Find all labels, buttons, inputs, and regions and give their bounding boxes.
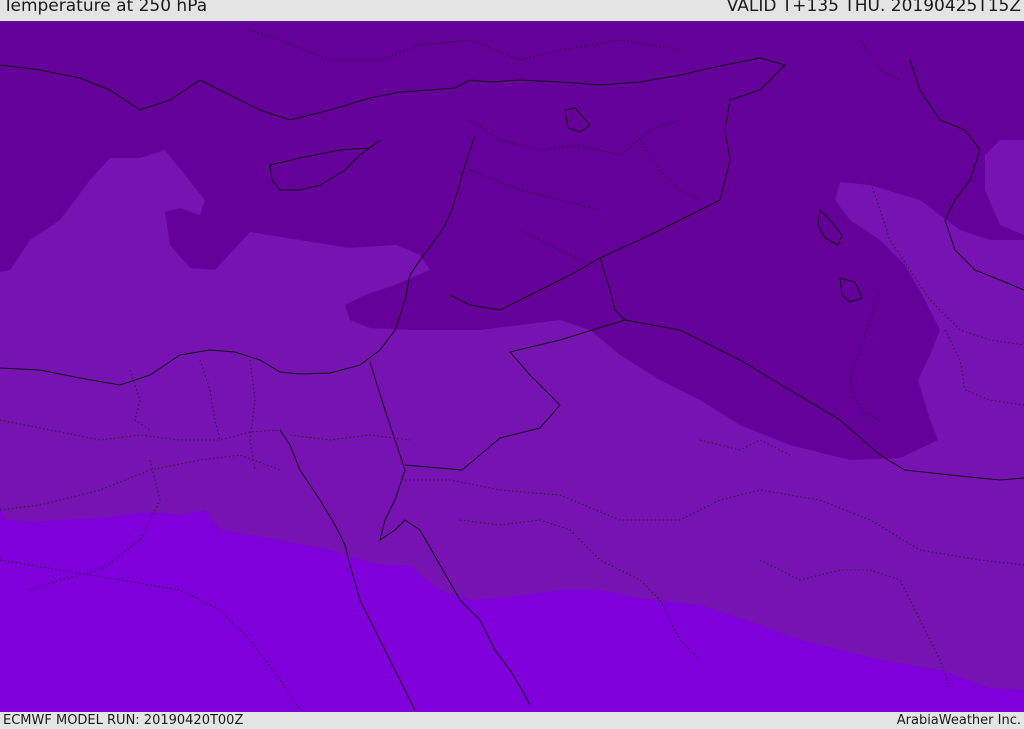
map-title: Temperature at 250 hPa — [3, 0, 208, 16]
valid-time: VALID T+135 THU. 20190425T15Z — [726, 0, 1021, 16]
map-svg — [0, 21, 1024, 712]
header-bar: Temperature at 250 hPa VALID T+135 THU. … — [0, 0, 1024, 21]
footer-bar: ECMWF MODEL RUN: 20190420T00Z ArabiaWeat… — [0, 712, 1024, 729]
model-run-label: ECMWF MODEL RUN: 20190420T00Z — [3, 713, 244, 728]
credit-label: ArabiaWeather Inc. — [896, 713, 1021, 728]
map-frame: Temperature at 250 hPa VALID T+135 THU. … — [0, 0, 1024, 729]
temperature-map — [0, 21, 1024, 712]
